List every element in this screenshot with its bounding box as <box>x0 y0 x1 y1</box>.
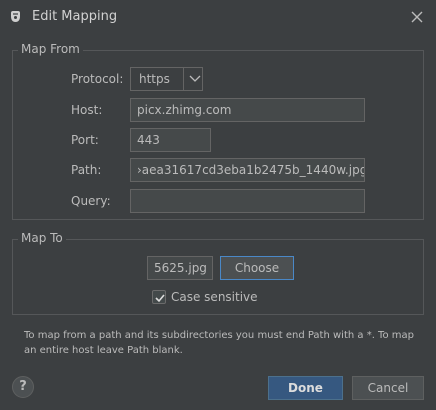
done-button[interactable]: Done <box>268 376 343 400</box>
close-icon[interactable] <box>408 8 426 26</box>
cancel-button[interactable]: Cancel <box>352 376 424 400</box>
select-separator <box>183 68 184 90</box>
port-input[interactable]: 443 <box>130 128 211 152</box>
host-label: Host: <box>71 103 103 117</box>
map-to-legend: Map To <box>18 231 66 245</box>
case-sensitive-checkbox[interactable] <box>152 290 166 304</box>
checkmark-icon <box>155 294 165 303</box>
title-bar: Edit Mapping <box>0 0 436 34</box>
dialog-title: Edit Mapping <box>32 9 118 24</box>
host-input[interactable]: picx.zhimg.com <box>130 98 365 122</box>
path-input[interactable]: ›aea31617cd3eba1b2475b_1440w.jpg <box>130 158 365 182</box>
query-label: Query: <box>71 194 111 208</box>
help-note: To map from a path and its subdirectorie… <box>24 330 414 356</box>
path-label: Path: <box>71 163 102 177</box>
map-from-legend: Map From <box>18 42 83 56</box>
charles-app-icon <box>11 11 20 22</box>
protocol-select-value: https <box>139 72 170 86</box>
protocol-select[interactable]: https <box>130 67 203 91</box>
protocol-label: Protocol: <box>71 72 124 86</box>
query-input[interactable] <box>130 189 365 213</box>
case-sensitive-label[interactable]: Case sensitive <box>171 290 258 304</box>
port-label: Port: <box>71 133 99 147</box>
chevron-down-icon <box>189 75 201 82</box>
choose-button[interactable]: Choose <box>220 256 294 280</box>
help-button[interactable]: ? <box>12 376 34 398</box>
local-file-input[interactable]: 5625.jpg <box>147 256 213 280</box>
